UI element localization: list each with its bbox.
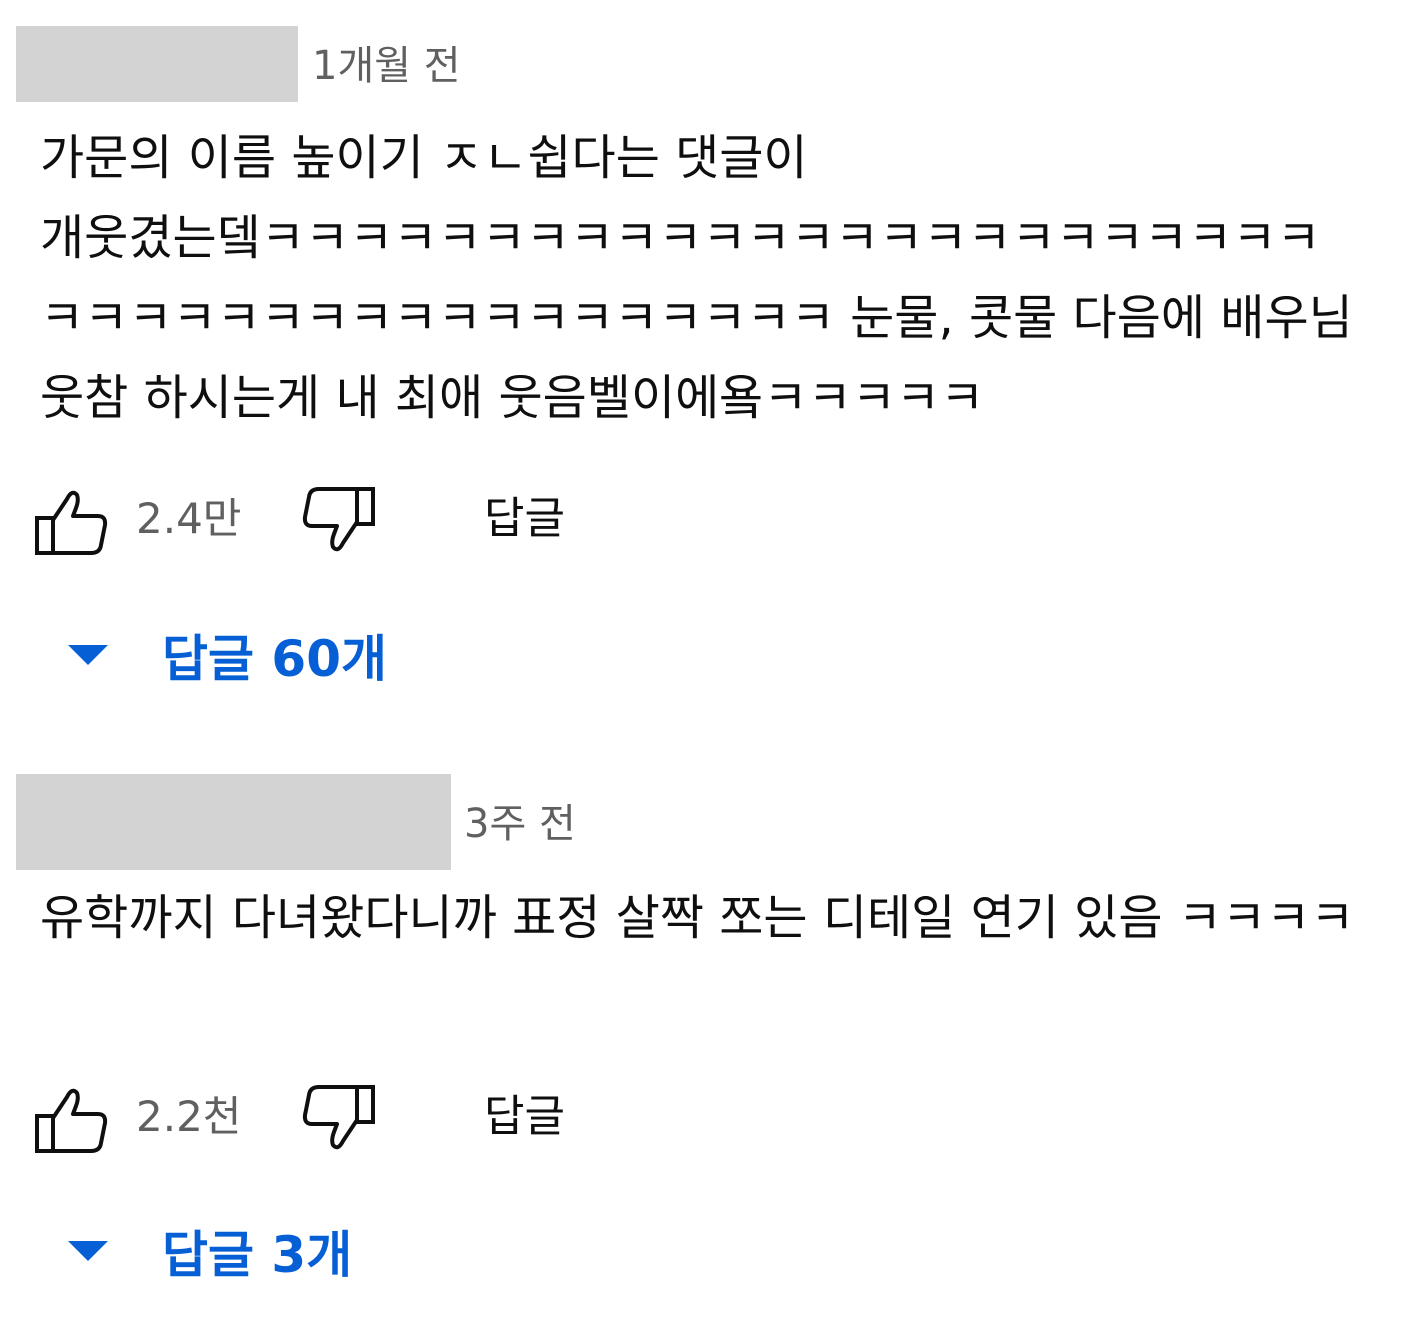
view-replies-button[interactable]: 답글 60개: [60, 620, 387, 690]
reply-button[interactable]: 답글: [484, 497, 565, 541]
author-name-redacted[interactable]: [16, 26, 298, 102]
comment-actions: 2.2천 답글: [0, 1078, 1420, 1158]
view-replies-label: 답글 3개: [162, 1226, 353, 1284]
dislike-button[interactable]: [302, 486, 376, 556]
view-replies-label: 답글 60개: [162, 630, 387, 688]
caret-down-icon: [68, 645, 108, 665]
comment-text: 가문의 이름 높이기 ㅈㄴ쉽다는 댓글이 개웃겼는뎈ㅋㅋㅋㅋㅋㅋㅋㅋㅋㅋㅋㅋㅋㅋ…: [40, 130, 1369, 426]
caret-down-icon: [68, 1241, 108, 1261]
author-name-redacted[interactable]: [16, 774, 451, 870]
thumbs-down-icon: [302, 1085, 375, 1150]
comment-timestamp[interactable]: 1개월 전: [312, 46, 461, 86]
like-count: 2.4만: [136, 494, 242, 543]
like-button[interactable]: [34, 486, 108, 556]
comment-actions: 2.4만 답글: [0, 480, 1420, 560]
comment-text: 유학까지 다녀왔다니까 표정 살짝 쪼는 디테일 연기 있음 ㅋㅋㅋㅋ: [40, 890, 1355, 946]
view-replies-button[interactable]: 답글 3개: [60, 1216, 352, 1286]
dislike-button[interactable]: [302, 1084, 376, 1154]
thumbs-up-icon: [35, 490, 108, 555]
like-button[interactable]: [34, 1084, 108, 1154]
comment-timestamp[interactable]: 3주 전: [464, 804, 576, 844]
reply-button[interactable]: 답글: [484, 1095, 565, 1139]
like-count: 2.2천: [136, 1092, 242, 1141]
thumbs-up-icon: [35, 1088, 108, 1153]
thumbs-down-icon: [302, 487, 375, 552]
